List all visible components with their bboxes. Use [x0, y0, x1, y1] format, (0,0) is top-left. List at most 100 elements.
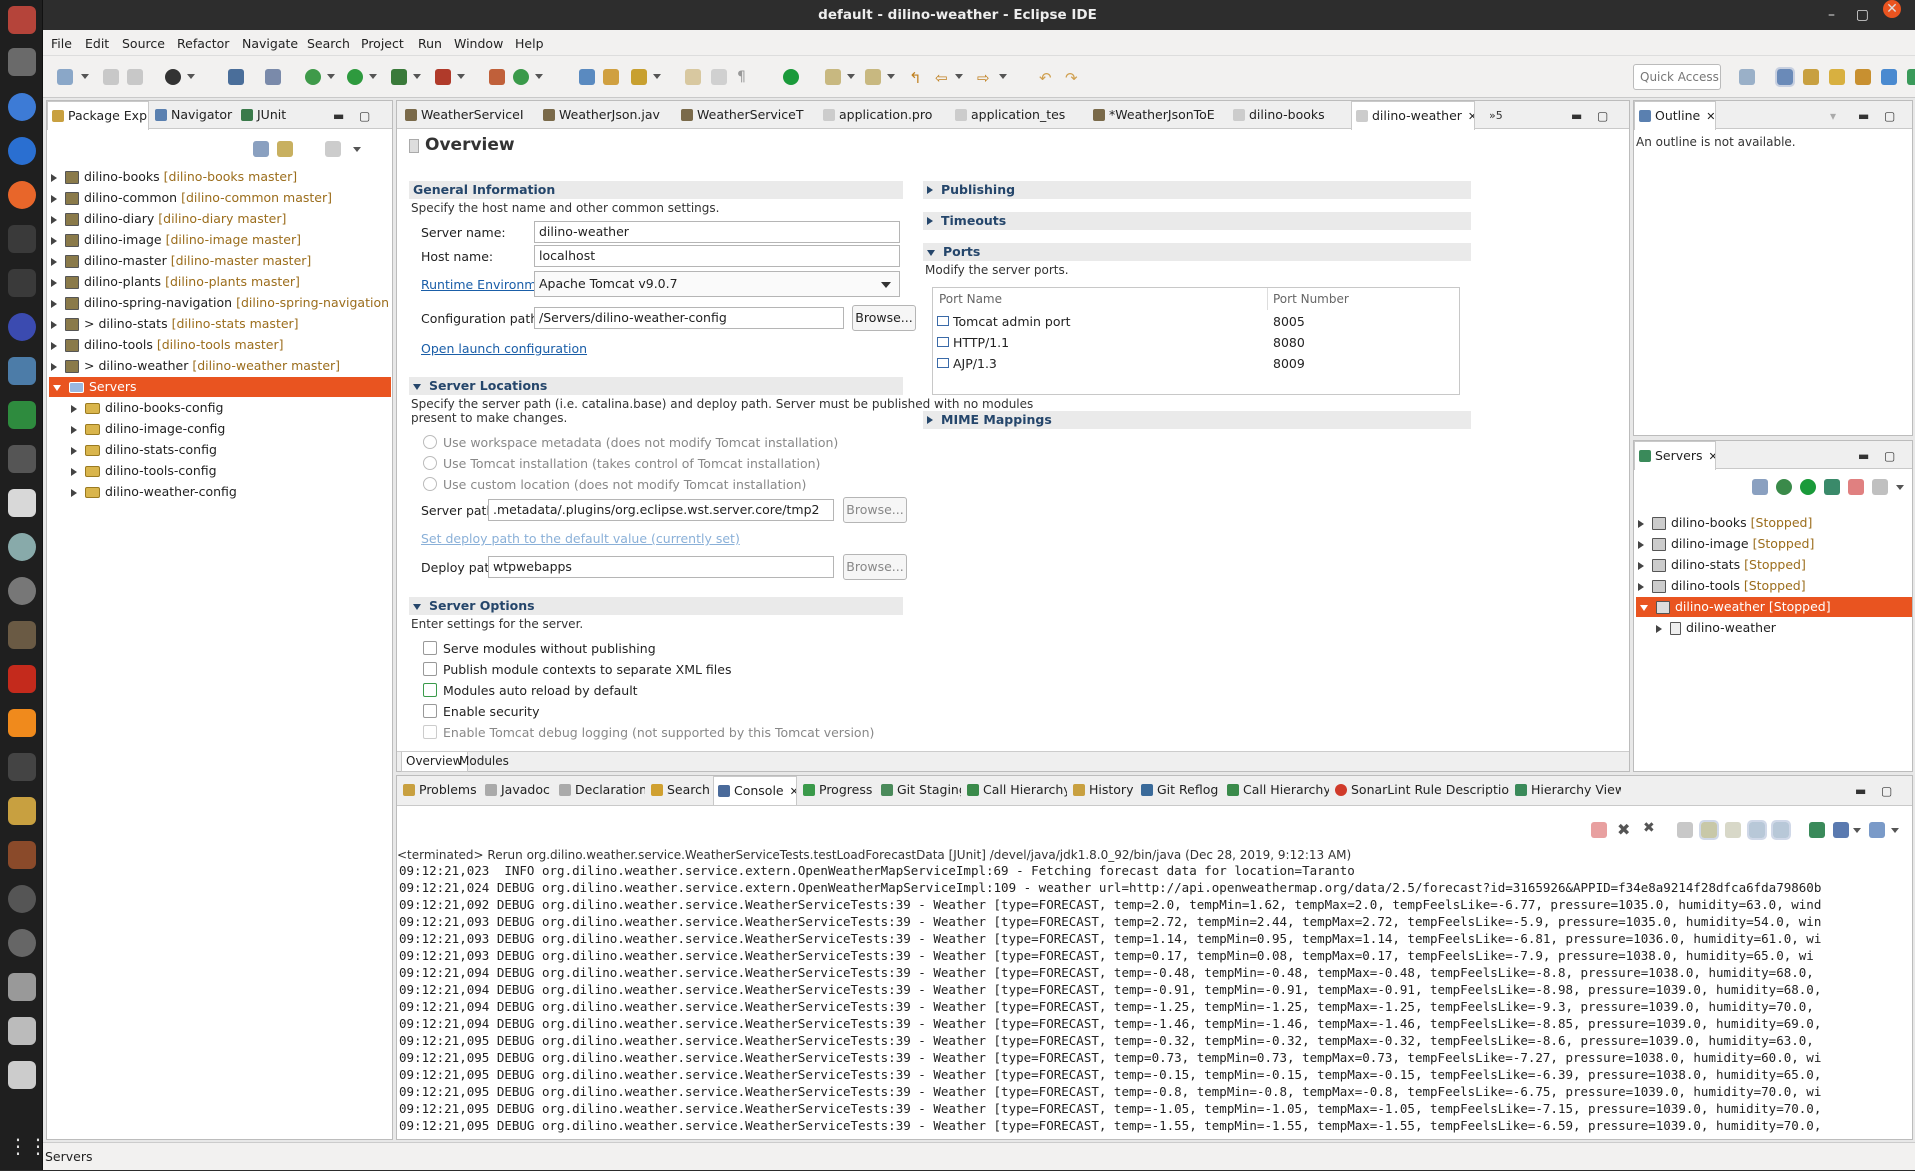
host-name-input[interactable]: localhost	[534, 245, 900, 267]
tab-overflow[interactable]: »5	[1489, 109, 1503, 122]
pin-console-icon[interactable]	[1809, 822, 1825, 838]
show-on-stdout-icon[interactable]	[1747, 820, 1767, 840]
minimize-icon[interactable]: –	[1828, 0, 1835, 30]
menu-edit[interactable]: Edit	[85, 36, 109, 51]
set-deploy-path-link[interactable]: Set deploy path to the default value (cu…	[421, 531, 740, 546]
display-console-icon[interactable]	[1833, 822, 1849, 838]
editor-tab[interactable]: WeatherServiceI	[401, 101, 537, 129]
menu-run[interactable]: Run	[418, 36, 442, 51]
server-path-input[interactable]: .metadata/.plugins/org.eclipse.wst.serve…	[488, 499, 834, 521]
prev-annotation-icon[interactable]	[865, 69, 881, 85]
tab-problems[interactable]: Problems	[399, 776, 479, 804]
tree-item-server-config[interactable]: dilino-image-config	[71, 419, 389, 439]
tab-git-staging[interactable]: Git Staging	[877, 776, 961, 804]
terminate-icon[interactable]	[1591, 822, 1607, 838]
tree-item-project[interactable]: dilino-image [dilino-image master]	[51, 230, 389, 250]
terminal-icon[interactable]	[228, 69, 244, 85]
back-icon[interactable]: ⇦	[935, 69, 951, 87]
remove-all-icon[interactable]: ✖	[1643, 820, 1659, 836]
section-publishing[interactable]: Publishing	[923, 181, 1471, 199]
tree-item-server-config[interactable]: dilino-stats-config	[71, 440, 389, 460]
editor-tab[interactable]: application.pro	[819, 101, 949, 129]
external-tools-icon[interactable]	[435, 69, 451, 85]
minimize-view-icon[interactable]: ▬	[1855, 784, 1866, 798]
bug-perspective-icon[interactable]	[1907, 69, 1915, 85]
tree-item-project[interactable]: dilino-common [dilino-common master]	[51, 188, 389, 208]
tab-servers[interactable]: Servers✕	[1634, 441, 1716, 470]
undo-icon[interactable]: ↶	[1039, 69, 1055, 87]
eclipse-icon[interactable]	[8, 313, 36, 341]
word-wrap-icon[interactable]	[1725, 822, 1741, 838]
view-menu-icon[interactable]: ▾	[1830, 109, 1836, 123]
app-icon[interactable]	[8, 93, 36, 121]
link-with-editor-icon[interactable]	[277, 141, 293, 157]
show-apps-icon[interactable]: ⋮⋮	[8, 1132, 48, 1160]
tree-item-project[interactable]: > dilino-weather [dilino-weather master]	[51, 356, 389, 376]
tab-progress[interactable]: Progress	[799, 776, 875, 804]
custom-location-radio[interactable]	[423, 477, 437, 491]
redo-icon[interactable]: ↷	[1065, 69, 1081, 87]
section-server-locations[interactable]: Server Locations	[409, 377, 903, 395]
tab-outline[interactable]: Outline ✕	[1634, 101, 1716, 130]
last-edit-icon[interactable]: ↰	[909, 69, 925, 87]
tab-git-reflog[interactable]: Git Reflog	[1137, 776, 1221, 804]
tree-item-project[interactable]: dilino-spring-navigation [dilino-spring-…	[51, 293, 389, 313]
tab-search[interactable]: Search	[647, 776, 711, 804]
start-server-icon[interactable]	[1800, 479, 1816, 495]
git-perspective-icon[interactable]	[1855, 69, 1871, 85]
deploy-path-input[interactable]: wtpwebapps	[488, 556, 834, 578]
annotation-icon[interactable]	[685, 69, 701, 85]
block-selection-icon[interactable]	[711, 69, 727, 85]
app-icon[interactable]	[8, 753, 36, 781]
collapse-all-icon[interactable]	[253, 141, 269, 157]
publish-contexts-checkbox[interactable]	[423, 662, 437, 676]
new-java-project-icon[interactable]	[489, 69, 505, 85]
java-ee-perspective-icon[interactable]	[1775, 67, 1795, 87]
table-row[interactable]: AJP/1.3 8009	[937, 354, 1455, 374]
tree-item-project[interactable]: dilino-master [dilino-master master]	[51, 251, 389, 271]
tree-item-project[interactable]: dilino-books [dilino-books master]	[51, 167, 389, 187]
editor-tab[interactable]: WeatherServiceT	[677, 101, 817, 129]
tree-item-project[interactable]: dilino-tools [dilino-tools master]	[51, 335, 389, 355]
clear-console-icon[interactable]	[1677, 822, 1693, 838]
tab-navigator[interactable]: Navigator	[151, 101, 235, 129]
quick-access-field[interactable]: Quick Access	[1633, 64, 1721, 90]
tree-item-servers[interactable]: Servers	[49, 377, 391, 397]
tree-item-project[interactable]: dilino-diary [dilino-diary master]	[51, 209, 389, 229]
profile-icon[interactable]	[165, 69, 181, 85]
section-timeouts[interactable]: Timeouts	[923, 212, 1471, 230]
app-icon[interactable]	[8, 577, 36, 605]
editor-tab[interactable]: dilino-books	[1229, 101, 1349, 129]
menu-refactor[interactable]: Refactor	[177, 36, 229, 51]
green-dot-icon[interactable]	[783, 69, 799, 85]
server-name-input[interactable]: dilino-weather	[534, 221, 900, 243]
server-item-selected[interactable]: dilino-weather [Stopped]	[1636, 597, 1912, 617]
app-icon[interactable]	[8, 929, 36, 957]
publish-icon[interactable]	[1872, 479, 1888, 495]
close-tab-icon[interactable]: ✕	[1706, 110, 1715, 123]
maximize-view-icon[interactable]: ▢	[1884, 109, 1895, 123]
new-class-icon[interactable]	[513, 69, 529, 85]
browse-server-path-button[interactable]: Browse...	[843, 497, 907, 523]
vlc-icon[interactable]	[8, 709, 36, 737]
next-annotation-icon[interactable]	[825, 69, 841, 85]
table-row[interactable]: Tomcat admin port 8005	[937, 312, 1455, 332]
maximize-icon[interactable]: ▢	[1856, 0, 1869, 30]
coverage-icon[interactable]	[391, 69, 407, 85]
tab-history[interactable]: History	[1069, 776, 1135, 804]
whitespace-icon[interactable]: ¶	[737, 69, 753, 85]
app-icon[interactable]	[8, 797, 36, 825]
tab-sonarlint[interactable]: SonarLint Rule Description	[1331, 776, 1509, 804]
app-icon[interactable]	[8, 973, 36, 1001]
editor-tab-active[interactable]: dilino-weather✕	[1351, 101, 1475, 130]
app-icon[interactable]	[8, 445, 36, 473]
forward-icon[interactable]: ⇨	[977, 69, 993, 87]
profile-server-icon[interactable]	[1824, 479, 1840, 495]
menu-file[interactable]: File	[51, 36, 72, 51]
close-icon[interactable]: ✕	[1883, 0, 1901, 18]
scroll-lock-icon[interactable]	[1699, 820, 1719, 840]
tab-modules[interactable]: Modules	[455, 752, 513, 772]
browse-config-button[interactable]: Browse...	[852, 305, 916, 331]
save-all-icon[interactable]	[127, 69, 143, 85]
maximize-view-icon[interactable]: ▢	[1881, 784, 1892, 798]
